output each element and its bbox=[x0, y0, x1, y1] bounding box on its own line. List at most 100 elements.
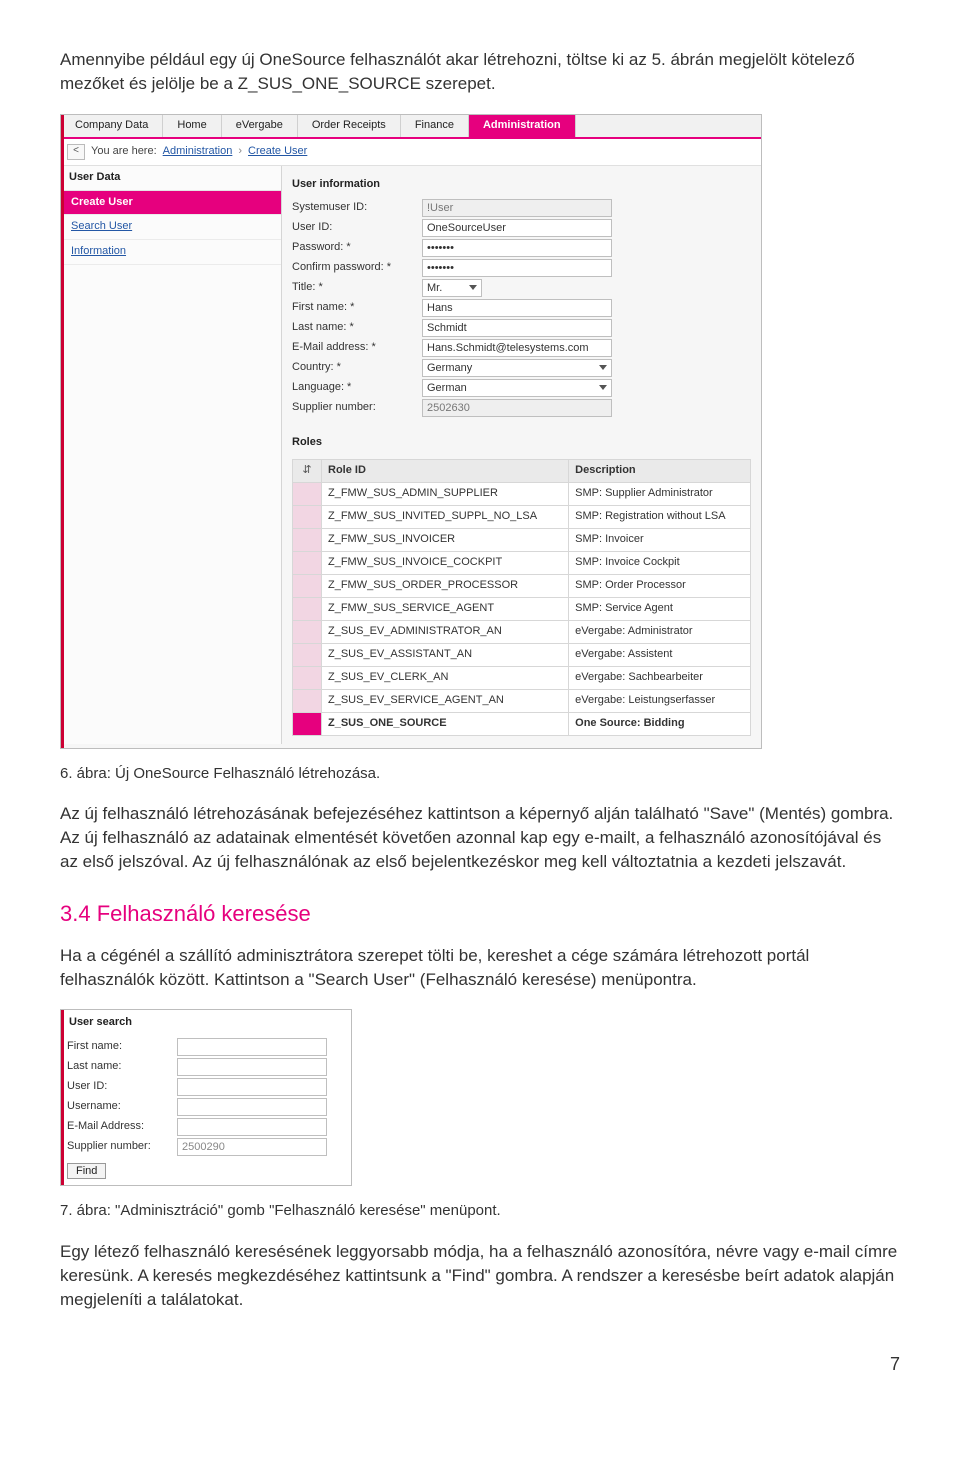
sidebar-item-search-user[interactable]: Search User bbox=[61, 215, 281, 240]
role-description-cell: SMP: Service Agent bbox=[569, 598, 751, 621]
role-description-cell: eVergabe: Sachbearbeiter bbox=[569, 666, 751, 689]
role-id-cell: Z_SUS_EV_ASSISTANT_AN bbox=[322, 643, 569, 666]
search-text-field[interactable] bbox=[177, 1078, 327, 1096]
decorative-red-bar bbox=[61, 115, 64, 748]
tab-company-data[interactable]: Company Data bbox=[61, 115, 163, 137]
form-row: Last name: *Schmidt bbox=[292, 318, 751, 338]
roles-row[interactable]: Z_SUS_EV_ADMINISTRATOR_ANeVergabe: Admin… bbox=[293, 621, 751, 644]
text-field[interactable]: Schmidt bbox=[422, 319, 612, 337]
dropdown-field[interactable]: Germany bbox=[422, 359, 612, 377]
form-row: User ID:OneSourceUser bbox=[292, 218, 751, 238]
form-row: Password: *••••••• bbox=[292, 238, 751, 258]
tab-order-receipts[interactable]: Order Receipts bbox=[298, 115, 401, 137]
form-row: Confirm password: *••••••• bbox=[292, 258, 751, 278]
sidebar-item-information[interactable]: Information bbox=[61, 240, 281, 265]
form-row: E-Mail address: *Hans.Schmidt@telesystem… bbox=[292, 338, 751, 358]
role-id-cell: Z_SUS_EV_ADMINISTRATOR_AN bbox=[322, 621, 569, 644]
field-label: Confirm password: * bbox=[292, 260, 422, 276]
panel-title-user-information: User information bbox=[292, 174, 751, 198]
field-label: First name: * bbox=[292, 300, 422, 316]
role-id-cell: Z_SUS_EV_CLERK_AN bbox=[322, 666, 569, 689]
role-select-cell[interactable] bbox=[293, 552, 322, 575]
sidebar-item-create-user[interactable]: Create User bbox=[61, 191, 281, 216]
dropdown-field[interactable]: Mr. bbox=[422, 279, 482, 297]
roles-row[interactable]: Z_FMW_SUS_ORDER_PROCESSORSMP: Order Proc… bbox=[293, 575, 751, 598]
role-id-cell: Z_SUS_ONE_SOURCE bbox=[322, 712, 569, 735]
dropdown-field[interactable]: German bbox=[422, 379, 612, 397]
role-description-cell: SMP: Registration without LSA bbox=[569, 506, 751, 529]
text-field[interactable]: Hans.Schmidt@telesystems.com bbox=[422, 339, 612, 357]
role-select-cell[interactable] bbox=[293, 712, 322, 735]
roles-row[interactable]: Z_SUS_EV_SERVICE_AGENT_ANeVergabe: Leist… bbox=[293, 689, 751, 712]
roles-row[interactable]: Z_FMW_SUS_INVOICERSMP: Invoicer bbox=[293, 529, 751, 552]
search-text-field[interactable] bbox=[177, 1038, 327, 1056]
decorative-red-bar bbox=[61, 1010, 64, 1185]
field-label: User ID: bbox=[67, 1079, 177, 1095]
role-id-cell: Z_FMW_SUS_INVOICER bbox=[322, 529, 569, 552]
form-row: Language: *German bbox=[292, 378, 751, 398]
role-select-cell[interactable] bbox=[293, 506, 322, 529]
field-label: Last name: * bbox=[292, 320, 422, 336]
roles-row[interactable]: Z_FMW_SUS_SERVICE_AGENTSMP: Service Agen… bbox=[293, 598, 751, 621]
breadcrumb-separator: › bbox=[238, 144, 242, 160]
text-field[interactable]: Hans bbox=[422, 299, 612, 317]
roles-header-icon[interactable]: ⇵ bbox=[293, 460, 322, 483]
field-label: Title: * bbox=[292, 280, 422, 296]
roles-row[interactable]: Z_FMW_SUS_ADMIN_SUPPLIERSMP: Supplier Ad… bbox=[293, 483, 751, 506]
search-text-field[interactable] bbox=[177, 1118, 327, 1136]
role-select-cell[interactable] bbox=[293, 666, 322, 689]
role-select-cell[interactable] bbox=[293, 643, 322, 666]
form-row: Supplier number:2502630 bbox=[292, 398, 751, 418]
breadcrumb-link-create-user[interactable]: Create User bbox=[248, 144, 307, 160]
role-id-cell: Z_FMW_SUS_ADMIN_SUPPLIER bbox=[322, 483, 569, 506]
text-field: 2502630 bbox=[422, 399, 612, 417]
text-field[interactable]: OneSourceUser bbox=[422, 219, 612, 237]
role-select-cell[interactable] bbox=[293, 575, 322, 598]
roles-table: ⇵ Role ID Description Z_FMW_SUS_ADMIN_SU… bbox=[292, 459, 751, 735]
role-id-cell: Z_FMW_SUS_ORDER_PROCESSOR bbox=[322, 575, 569, 598]
roles-row[interactable]: Z_SUS_ONE_SOURCEOne Source: Bidding bbox=[293, 712, 751, 735]
breadcrumb-back-button[interactable]: < bbox=[67, 144, 85, 160]
screenshot-create-user: Company DataHomeeVergabeOrder ReceiptsFi… bbox=[60, 114, 762, 749]
field-label: Country: * bbox=[292, 360, 422, 376]
tab-finance[interactable]: Finance bbox=[401, 115, 469, 137]
role-select-cell[interactable] bbox=[293, 689, 322, 712]
role-select-cell[interactable] bbox=[293, 598, 322, 621]
top-tab-bar: Company DataHomeeVergabeOrder ReceiptsFi… bbox=[61, 115, 761, 139]
field-label: Systemuser ID: bbox=[292, 200, 422, 216]
role-select-cell[interactable] bbox=[293, 529, 322, 552]
roles-header-description: Description bbox=[569, 460, 751, 483]
field-label: Supplier number: bbox=[292, 400, 422, 416]
tab-administration[interactable]: Administration bbox=[469, 115, 576, 137]
field-label: Password: * bbox=[292, 240, 422, 256]
paragraph-before-fig7: Ha a cégénél a szállító adminisztrátora … bbox=[60, 944, 900, 992]
roles-row[interactable]: Z_SUS_EV_ASSISTANT_ANeVergabe: Assistent bbox=[293, 643, 751, 666]
screenshot-user-search: User search First name:Last name:User ID… bbox=[60, 1009, 352, 1186]
search-text-field[interactable] bbox=[177, 1098, 327, 1116]
text-field[interactable]: ••••••• bbox=[422, 259, 612, 277]
paragraph-after-fig6: Az új felhasználó létrehozásának befejez… bbox=[60, 802, 900, 873]
intro-paragraph: Amennyibe például egy új OneSource felha… bbox=[60, 48, 900, 96]
roles-row[interactable]: Z_FMW_SUS_INVITED_SUPPL_NO_LSASMP: Regis… bbox=[293, 506, 751, 529]
text-field[interactable]: ••••••• bbox=[422, 239, 612, 257]
role-id-cell: Z_FMW_SUS_INVITED_SUPPL_NO_LSA bbox=[322, 506, 569, 529]
tab-home[interactable]: Home bbox=[163, 115, 221, 137]
left-sidebar: User Data Create UserSearch UserInformat… bbox=[61, 166, 282, 744]
role-description-cell: SMP: Order Processor bbox=[569, 575, 751, 598]
main-panel: User information Systemuser ID:!UserUser… bbox=[282, 166, 761, 744]
breadcrumb-link-administration[interactable]: Administration bbox=[163, 144, 233, 160]
role-id-cell: Z_SUS_EV_SERVICE_AGENT_AN bbox=[322, 689, 569, 712]
roles-row[interactable]: Z_FMW_SUS_INVOICE_COCKPITSMP: Invoice Co… bbox=[293, 552, 751, 575]
roles-row[interactable]: Z_SUS_EV_CLERK_ANeVergabe: Sachbearbeite… bbox=[293, 666, 751, 689]
role-select-cell[interactable] bbox=[293, 483, 322, 506]
search-text-field[interactable] bbox=[177, 1058, 327, 1076]
role-select-cell[interactable] bbox=[293, 621, 322, 644]
field-label: E-Mail address: * bbox=[292, 340, 422, 356]
section-3-4-heading: 3.4 Felhasználó keresése bbox=[60, 898, 900, 930]
page-number: 7 bbox=[60, 1351, 900, 1377]
tab-evergabe[interactable]: eVergabe bbox=[222, 115, 298, 137]
find-button[interactable]: Find bbox=[67, 1163, 106, 1179]
field-label: Username: bbox=[67, 1099, 177, 1115]
field-label: E-Mail Address: bbox=[67, 1119, 177, 1135]
search-text-field[interactable]: 2500290 bbox=[177, 1138, 327, 1156]
